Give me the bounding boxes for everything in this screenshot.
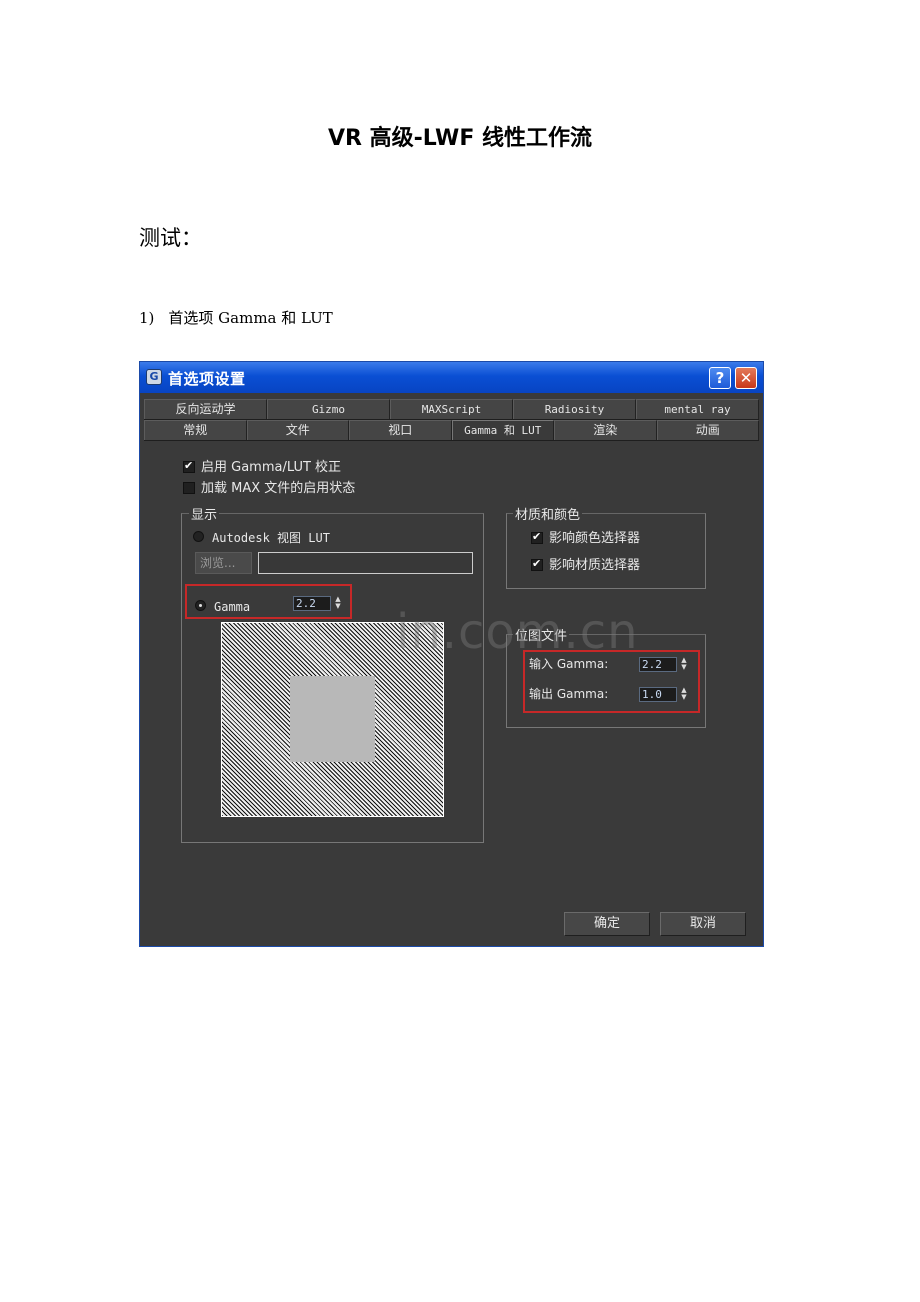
browse-button[interactable]: 浏览... [195,552,252,574]
enable-gamma-lut-row[interactable]: 启用 Gamma/LUT 校正 [183,456,341,475]
lut-radio[interactable] [193,531,204,542]
app-logo-icon: G [146,369,162,385]
output-gamma-label: 输出 Gamma: [529,687,609,701]
tab-ik[interactable]: 反向运动学 [144,399,267,419]
step-text: 首选项 Gamma 和 LUT [168,309,333,327]
load-max-state-label: 加载 MAX 文件的启用状态 [201,481,356,496]
spinner-arrows-icon[interactable]: ▲ ▼ [679,657,689,672]
section-heading: 测试： [139,226,202,250]
input-gamma-spinner[interactable]: 2.2 ▲ ▼ [639,657,689,672]
affect-material-picker-checkbox[interactable] [531,557,543,571]
enable-gamma-lut-label: 启用 Gamma/LUT 校正 [201,460,342,475]
tab-viewports[interactable]: 视口 [349,420,452,440]
load-max-state-checkbox[interactable] [183,481,195,494]
tab-row-1: 反向运动学 Gizmo MAXScript Radiosity mental r… [144,399,759,420]
step-line: 1) 首选项 Gamma 和 LUT [139,307,333,328]
display-gamma-spinner[interactable]: 2.2 ▲ ▼ [293,596,343,611]
tab-files[interactable]: 文件 [246,420,349,440]
input-gamma-value[interactable]: 2.2 [639,657,677,672]
enable-gamma-lut-checkbox[interactable] [183,459,195,473]
tab-rendering[interactable]: 渲染 [554,420,657,440]
lut-option-label: Autodesk 视图 LUT [212,531,330,545]
help-button[interactable]: ? [709,367,731,389]
gamma-option-row[interactable]: Gamma [195,596,250,615]
load-max-state-row[interactable]: 加载 MAX 文件的启用状态 [183,477,355,496]
dialog-titlebar[interactable]: G 首选项设置 ? ✕ [140,362,763,393]
affect-material-picker-label: 影响材质选择器 [549,558,641,573]
gamma-test-center [290,676,375,762]
affect-color-picker-row[interactable]: 影响颜色选择器 [531,527,640,546]
spinner-arrows-icon[interactable]: ▲ ▼ [333,596,343,611]
close-button[interactable]: ✕ [735,367,757,389]
gamma-option-label: Gamma [214,600,251,614]
display-group-label: 显示 [189,504,220,523]
tab-maxscript[interactable]: MAXScript [390,399,513,419]
document-title: VR 高级-LWF 线性工作流 [327,126,593,151]
lut-option-row[interactable]: Autodesk 视图 LUT [193,527,330,546]
tab-mental-ray[interactable]: mental ray [636,399,759,419]
tab-radiosity[interactable]: Radiosity [513,399,636,419]
affect-color-picker-label: 影响颜色选择器 [549,531,641,546]
display-gamma-value[interactable]: 2.2 [293,596,331,611]
output-gamma-value[interactable]: 1.0 [639,687,677,702]
watermark: in.com.cn [396,604,639,660]
affect-material-picker-row[interactable]: 影响材质选择器 [531,554,640,573]
ok-button[interactable]: 确定 [564,912,650,936]
lut-path-input[interactable] [258,552,473,574]
tab-gizmo[interactable]: Gizmo [267,399,390,419]
dialog-title: 首选项设置 [168,370,246,388]
material-color-group-label: 材质和颜色 [513,504,583,523]
tab-row-2: 常规 文件 视口 Gamma 和 LUT 渲染 动画 [144,420,759,441]
tab-gamma-lut[interactable]: Gamma 和 LUT [451,420,554,440]
tab-animation[interactable]: 动画 [656,420,759,440]
tab-general[interactable]: 常规 [144,420,247,440]
cancel-button[interactable]: 取消 [660,912,746,936]
spinner-arrows-icon[interactable]: ▲ ▼ [679,687,689,702]
output-gamma-spinner[interactable]: 1.0 ▲ ▼ [639,687,689,702]
affect-color-picker-checkbox[interactable] [531,530,543,544]
material-color-group [506,513,706,589]
step-number: 1) [139,309,155,327]
gamma-radio[interactable] [195,600,206,611]
